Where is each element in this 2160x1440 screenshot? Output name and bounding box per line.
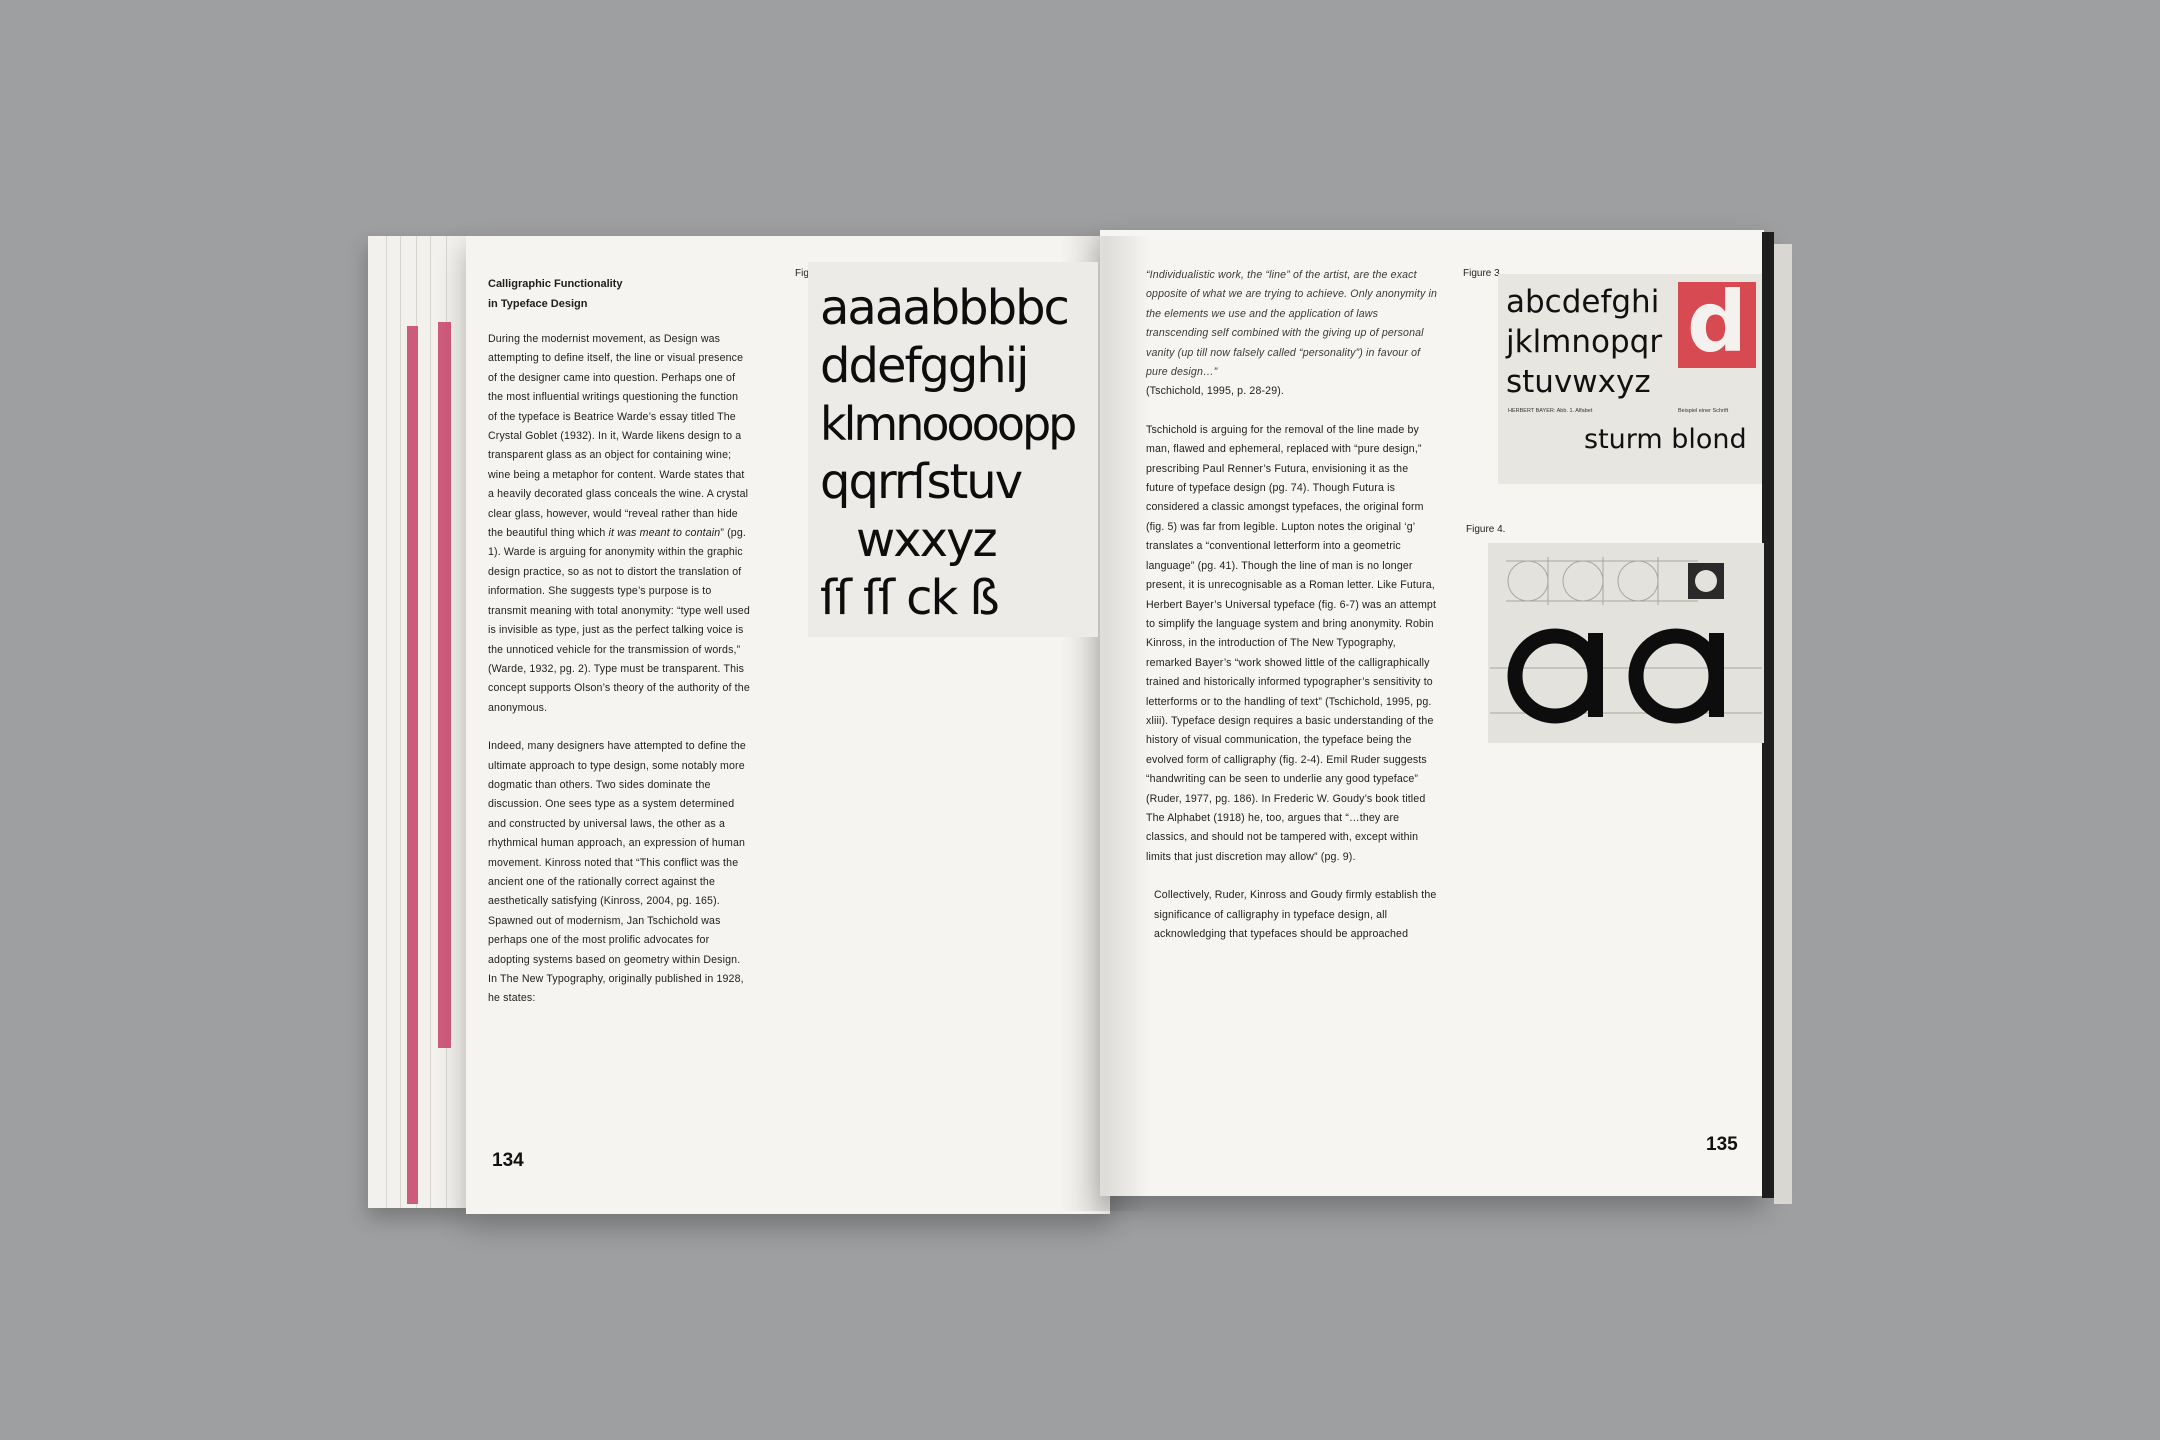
figure-3-caption-left: HERBERT BAYER: Abb. 1. Alfabet	[1508, 408, 1593, 414]
figure-3-line-1: abcdefghi	[1506, 284, 1660, 320]
figure-3-big-letter: d	[1678, 280, 1756, 368]
heading-line-2: in Typeface Design	[488, 298, 588, 310]
figure-4-drawing	[1490, 557, 1762, 724]
right-body-text: “Individualistic work, the “line” of the…	[1146, 266, 1438, 963]
right-paragraph-3: Collectively, Ruder, Kinross and Goudy f…	[1154, 889, 1437, 940]
specimen-row-6: ſſ ſſ ck ß	[820, 570, 1000, 626]
specimen-row-4: qqrrſstuv	[820, 454, 1023, 510]
specimen-row-5: wxxyz	[856, 512, 998, 568]
heading-line-1: Calligraphic Functionality	[488, 278, 623, 290]
figure-3-label: Figure 3.	[1463, 268, 1503, 279]
specimen-row-1: aaaabbbbc	[820, 280, 1070, 336]
section-heading: Calligraphic Functionality in Typeface D…	[488, 274, 688, 314]
figure-4-construction-drawing	[1488, 543, 1764, 743]
right-quote-citation: (Tschichold, 1995, p. 28-29).	[1146, 385, 1285, 398]
pink-section-tab	[438, 322, 451, 1048]
left-page-stack	[368, 236, 468, 1208]
right-page-stack	[1774, 244, 1792, 1204]
left-body-text: During the modernist movement, as Design…	[488, 330, 750, 1028]
figure-3-sturm-blond: sturm blond	[1584, 424, 1747, 455]
open-book: Calligraphic Functionality in Typeface D…	[0, 0, 2160, 1440]
figure-3-line-3: stuvwxyz	[1506, 364, 1651, 400]
right-paragraph-2: Tschichold is arguing for the removal of…	[1146, 423, 1437, 863]
right-quote: “Individualistic work, the “line” of the…	[1146, 269, 1438, 379]
specimen-row-2: ddefgghij	[820, 338, 1029, 394]
figure-2-alphabet-specimen: aaaabbbbc ddefgghij klmnoooopp qqrrſstuv…	[808, 262, 1098, 637]
page-number-right: 135	[1706, 1134, 1738, 1155]
left-paragraph-1: During the modernist movement, as Design…	[488, 333, 750, 714]
pink-page-edge	[407, 326, 418, 1204]
figure-3-caption-right: Beispiel einer Schrift	[1678, 408, 1729, 414]
figure-4-label: Figure 4.	[1466, 524, 1506, 535]
specimen-row-3: klmnoooopp	[820, 397, 1077, 451]
left-paragraph-2: Indeed, many designers have attempted to…	[488, 740, 746, 1005]
page-number-left: 134	[492, 1150, 524, 1171]
figure-3-bayer-alphabet: abcdefghi jklmnopqr stuvwxyz d HERBERT B…	[1498, 274, 1762, 484]
figure-3-line-2: jklmnopqr	[1506, 324, 1663, 360]
